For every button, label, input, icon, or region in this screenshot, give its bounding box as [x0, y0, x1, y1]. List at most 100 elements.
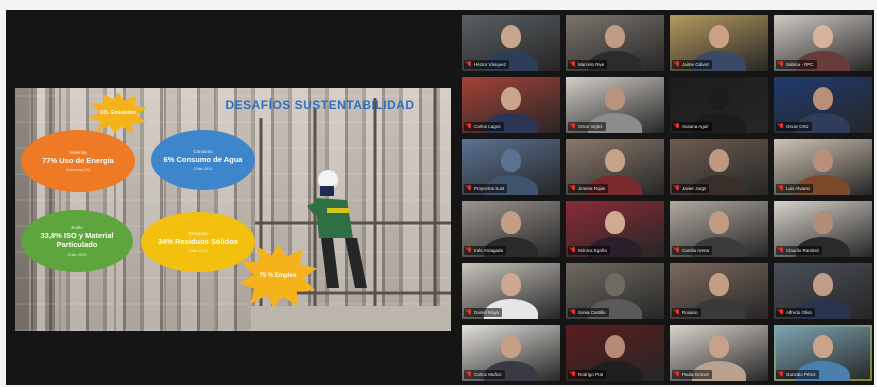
participant-name: Sonia Castillo [578, 310, 606, 315]
muted-mic-icon [778, 123, 784, 130]
participant-name-bar: Alfredo Oliva [776, 308, 815, 317]
participant-name-bar: Daniel Moya [464, 308, 503, 317]
muted-mic-icon [466, 61, 472, 68]
meeting-stage: DESAFÍOS SUSTENTABILIDAD CO₂ Emisiones V… [6, 10, 874, 385]
participant-name-bar: Proyectos Sust [464, 184, 508, 193]
participant-head [501, 25, 521, 48]
participant-tile[interactable]: Daniel Moya [462, 263, 560, 319]
muted-mic-icon [778, 185, 784, 192]
waste-note: Chile 2010 [188, 248, 208, 253]
participant-name: Carlos Muñoz [474, 372, 502, 377]
participant-name-bar: Rodrigo Prat [568, 370, 607, 379]
shared-screen[interactable]: DESAFÍOS SUSTENTABILIDAD CO₂ Emisiones V… [15, 88, 451, 331]
participant-tile[interactable]: Rosario [670, 263, 768, 319]
muted-mic-icon [570, 61, 576, 68]
participant-name-bar: Sabina - RPC [776, 60, 817, 69]
participant-name-bar: Paula Gómez [672, 370, 713, 379]
participant-name-bar: Jimena Rojas [568, 184, 609, 193]
participant-name: Inés Arriagada [474, 248, 504, 253]
participant-name-bar: Omar Ingles [568, 122, 606, 131]
participant-tile[interactable]: Luis Alvarez [774, 139, 872, 195]
participant-head [813, 25, 833, 48]
energy-caption: Vivienda [69, 150, 87, 155]
participant-name-bar: Gonzalo Pérez [776, 370, 819, 379]
muted-mic-icon [466, 123, 472, 130]
participant-tile[interactable]: Omar Ingles [566, 77, 664, 133]
muted-mic-icon [466, 309, 472, 316]
muted-mic-icon [674, 309, 680, 316]
participant-name-bar: Susana Aguir [672, 122, 712, 131]
materials-main: 33,8% ISO y Material Particulado [40, 230, 114, 250]
participant-name-bar: Carlos Muñoz [464, 370, 505, 379]
energy-bubble: Vivienda 77% Uso de Energía Consumo (%) [21, 130, 135, 192]
participant-name: Daniel Moya [474, 310, 500, 315]
participant-head [605, 211, 625, 234]
participant-name: Claudio Ramirez [786, 248, 820, 253]
participant-head [501, 211, 521, 234]
participant-name: Carlos Lagos [474, 124, 501, 129]
participant-tile[interactable]: Oscar Ortiz [774, 77, 872, 133]
participant-head [605, 25, 625, 48]
participant-tile[interactable]: Jimena Rojas [566, 139, 664, 195]
muted-mic-icon [674, 61, 680, 68]
participant-head [501, 149, 521, 172]
muted-mic-icon [674, 247, 680, 254]
participant-name: Omar Ingles [578, 124, 603, 129]
participant-tile[interactable]: Jaime Gálvez [670, 15, 768, 71]
muted-mic-icon [674, 371, 680, 378]
participant-tile[interactable]: Camila Arena [670, 201, 768, 257]
participant-head [501, 335, 521, 358]
participant-tile[interactable]: Héctor Vásquez [462, 15, 560, 71]
participant-name-bar: Javier Jorgs [672, 184, 710, 193]
participant-tile[interactable]: Mónica Egaña [566, 201, 664, 257]
participant-head [501, 273, 521, 296]
materials-note: Chile 2015 [67, 251, 87, 257]
muted-mic-icon [674, 123, 680, 130]
participant-head [605, 87, 625, 110]
participant-head [709, 335, 729, 358]
muted-mic-icon [466, 185, 472, 192]
participant-tile[interactable]: Alfredo Oliva [774, 263, 872, 319]
participant-name-bar: Carlos Lagos [464, 122, 504, 131]
participant-name-bar: Marcelo Rive [568, 60, 608, 69]
participant-tile[interactable]: Claudio Ramirez [774, 201, 872, 257]
participant-head [813, 87, 833, 110]
water-main: 6% Consumo de Agua [163, 154, 243, 164]
participant-head [709, 211, 729, 234]
participant-tile[interactable]: Rodrigo Prat [566, 325, 664, 381]
muted-mic-icon [570, 247, 576, 254]
participant-head [605, 149, 625, 172]
muted-mic-icon [778, 247, 784, 254]
participant-tile[interactable]: Proyectos Sust [462, 139, 560, 195]
participant-name: Javier Jorgs [682, 186, 707, 191]
participant-tile[interactable]: Gonzalo Pérez [774, 325, 872, 381]
muted-mic-icon [570, 123, 576, 130]
participant-tile[interactable]: Sonia Castillo [566, 263, 664, 319]
participant-name-bar: Luis Alvarez [776, 184, 814, 193]
participant-tile[interactable]: Marcelo Rive [566, 15, 664, 71]
participant-tile[interactable]: Carlos Lagos [462, 77, 560, 133]
slide-title: DESAFÍOS SUSTENTABILIDAD [225, 98, 415, 112]
muted-mic-icon [674, 185, 680, 192]
participant-name: Rosario [682, 310, 698, 315]
participant-tile[interactable]: Sabina - RPC [774, 15, 872, 71]
participant-name: Rodrigo Prat [578, 372, 604, 377]
participant-name: Héctor Vásquez [474, 62, 507, 67]
participant-head [605, 335, 625, 358]
participant-tile[interactable]: Carlos Muñoz [462, 325, 560, 381]
participant-tile[interactable]: Inés Arriagada [462, 201, 560, 257]
participant-head [709, 273, 729, 296]
participant-head [813, 273, 833, 296]
participant-name: Paula Gómez [682, 372, 710, 377]
participant-tile[interactable]: Susana Aguir [670, 77, 768, 133]
participant-tile[interactable]: Paula Gómez [670, 325, 768, 381]
water-note: Chile 2011 [193, 166, 213, 171]
participant-tile[interactable]: Javier Jorgs [670, 139, 768, 195]
participant-head [709, 149, 729, 172]
participant-name-bar: Jaime Gálvez [672, 60, 713, 69]
participant-name: Susana Aguir [682, 124, 709, 129]
water-caption: Consumo [193, 149, 213, 154]
muted-mic-icon [466, 247, 472, 254]
participant-name: Jimena Rojas [578, 186, 606, 191]
energy-main: 77% Uso de Energía [42, 155, 114, 165]
